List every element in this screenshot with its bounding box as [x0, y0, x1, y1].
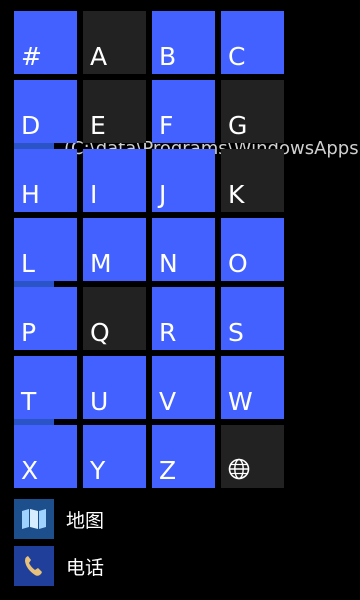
tile-l[interactable]: L: [14, 218, 77, 281]
tile-b[interactable]: B: [152, 11, 215, 74]
app-item-map[interactable]: 地图: [14, 498, 344, 540]
tile-letter: L: [21, 249, 35, 278]
tile-f[interactable]: F: [152, 80, 215, 143]
tile-t[interactable]: T: [14, 356, 77, 419]
tile-g[interactable]: G: [221, 80, 284, 143]
tile-letter: V: [159, 387, 177, 416]
tile-p[interactable]: P: [14, 287, 77, 350]
tile-letter: G: [228, 111, 248, 140]
tile-hash[interactable]: #: [14, 11, 77, 74]
tile-q[interactable]: Q: [83, 287, 146, 350]
app-label-map: 地图: [66, 509, 105, 532]
alphabet-jump-grid: # A B C D E F G H I J K L M N O P Q R S T U V W X Y Z: [14, 11, 286, 488]
tile-letter: I: [90, 180, 98, 209]
tile-z[interactable]: Z: [152, 425, 215, 488]
tile-letter: U: [90, 387, 109, 416]
tile-letter: Q: [90, 318, 110, 347]
tile-letter: T: [21, 387, 37, 416]
tile-k[interactable]: K: [221, 149, 284, 212]
tile-y[interactable]: Y: [83, 425, 146, 488]
tile-m[interactable]: M: [83, 218, 146, 281]
tile-letter: N: [159, 249, 178, 278]
app-label-phone: 电话: [66, 556, 105, 579]
tile-letter: O: [228, 249, 248, 278]
tile-letter: F: [159, 111, 174, 140]
globe-icon: [228, 458, 250, 480]
tile-letter: E: [90, 111, 106, 140]
tile-v[interactable]: V: [152, 356, 215, 419]
tile-x[interactable]: X: [14, 425, 77, 488]
tile-letter: C: [228, 42, 246, 71]
tile-a[interactable]: A: [83, 11, 146, 74]
tile-h[interactable]: H: [14, 149, 77, 212]
tile-w[interactable]: W: [221, 356, 284, 419]
tile-d[interactable]: D: [14, 80, 77, 143]
tile-letter: K: [228, 180, 245, 209]
tile-letter: S: [228, 318, 244, 347]
phone-icon: [14, 546, 54, 586]
tile-letter: B: [159, 42, 177, 71]
tile-letter: R: [159, 318, 177, 347]
tile-j[interactable]: J: [152, 149, 215, 212]
tile-letter: X: [21, 456, 39, 485]
tile-letter: W: [228, 387, 253, 416]
tile-c[interactable]: C: [221, 11, 284, 74]
tile-s[interactable]: S: [221, 287, 284, 350]
tile-i[interactable]: I: [83, 149, 146, 212]
tile-u[interactable]: U: [83, 356, 146, 419]
tile-o[interactable]: O: [221, 218, 284, 281]
tile-letter: P: [21, 318, 37, 347]
tile-letter: #: [21, 42, 42, 71]
tile-letter: H: [21, 180, 40, 209]
app-item-phone[interactable]: 电话: [14, 545, 344, 587]
tile-letter: Y: [90, 456, 106, 485]
tile-letter: A: [90, 42, 108, 71]
tile-letter: J: [159, 180, 167, 209]
tile-r[interactable]: R: [152, 287, 215, 350]
tile-letter: Z: [159, 456, 177, 485]
tile-globe[interactable]: [221, 425, 284, 488]
map-icon: [14, 499, 54, 539]
tile-letter: D: [21, 111, 41, 140]
tile-letter: M: [90, 249, 112, 278]
tile-n[interactable]: N: [152, 218, 215, 281]
tile-e[interactable]: E: [83, 80, 146, 143]
